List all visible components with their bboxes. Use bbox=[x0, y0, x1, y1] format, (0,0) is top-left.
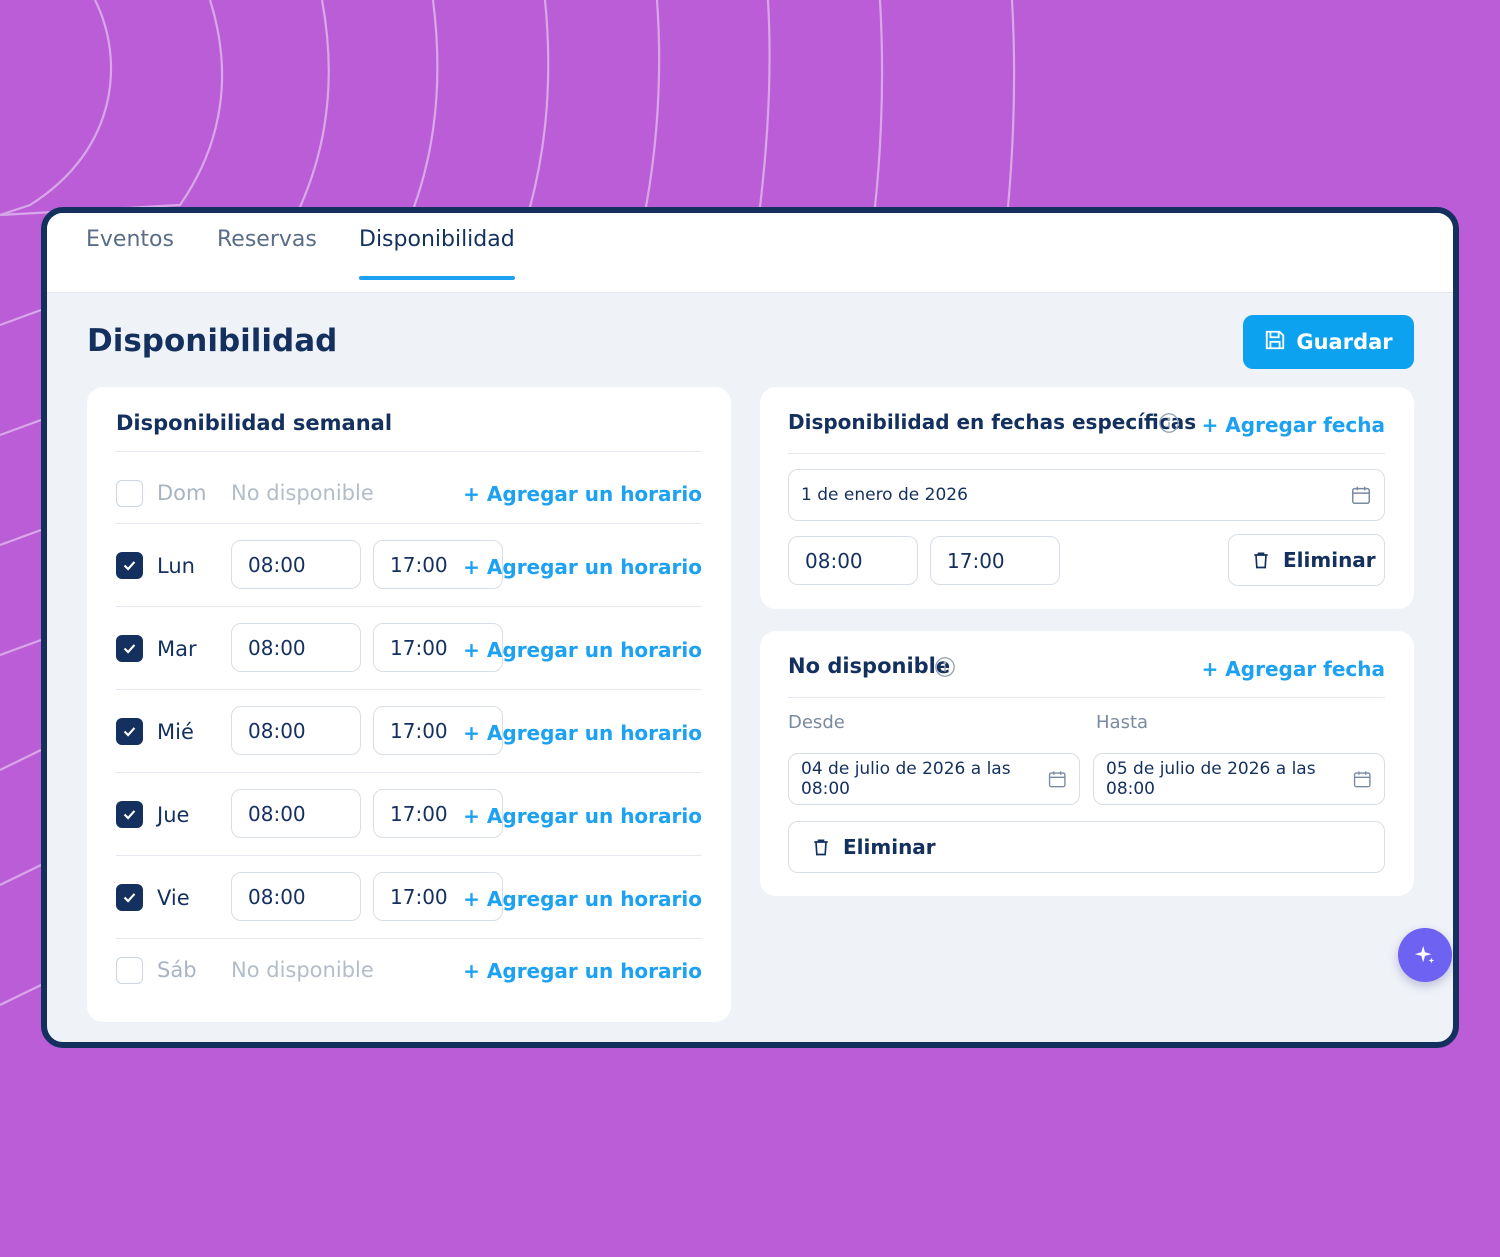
start-time-mar[interactable]: 08:00 bbox=[231, 623, 361, 672]
day-label-dom: Dom bbox=[157, 481, 207, 505]
delete-label: Eliminar bbox=[1283, 548, 1376, 572]
checkbox-lun[interactable] bbox=[116, 552, 143, 579]
specific-title: Disponibilidad en fechas específicas bbox=[788, 410, 1197, 434]
start-time-lun[interactable]: 08:00 bbox=[231, 540, 361, 589]
specific-date-value: 1 de enero de 2026 bbox=[801, 485, 968, 505]
from-label: Desde bbox=[788, 712, 845, 733]
start-time-mie[interactable]: 08:00 bbox=[231, 706, 361, 755]
unavailable-text: No disponible bbox=[231, 958, 374, 982]
day-label-mie: Mié bbox=[157, 720, 194, 744]
checkmark-icon bbox=[123, 810, 136, 820]
delete-label: Eliminar bbox=[843, 835, 936, 859]
calendar-icon bbox=[1048, 771, 1066, 788]
start-time-vie[interactable]: 08:00 bbox=[231, 872, 361, 921]
divider bbox=[116, 772, 702, 773]
specific-start-time[interactable]: 08:00 bbox=[788, 536, 918, 585]
divider bbox=[116, 855, 702, 856]
delete-specific-button[interactable]: Eliminar bbox=[1228, 534, 1385, 586]
checkmark-icon bbox=[123, 644, 136, 654]
divider bbox=[116, 451, 702, 452]
specific-date-input[interactable]: 1 de enero de 2026 bbox=[788, 469, 1385, 521]
checkbox-dom[interactable] bbox=[116, 480, 143, 507]
divider bbox=[116, 523, 702, 524]
day-label-lun: Lun bbox=[157, 554, 195, 578]
active-tab-indicator bbox=[359, 276, 515, 280]
assistant-fab[interactable] bbox=[1398, 928, 1452, 982]
add-schedule-mie[interactable]: + Agregar un horario bbox=[463, 721, 702, 745]
add-schedule-vie[interactable]: + Agregar un horario bbox=[463, 887, 702, 911]
start-time-jue[interactable]: 08:00 bbox=[231, 789, 361, 838]
day-label-sab: Sáb bbox=[157, 958, 197, 982]
tab-eventos[interactable]: Eventos bbox=[86, 227, 174, 252]
tab-reservas[interactable]: Reservas bbox=[217, 227, 317, 252]
checkbox-mar[interactable] bbox=[116, 635, 143, 662]
divider bbox=[116, 938, 702, 939]
day-label-vie: Vie bbox=[157, 886, 190, 910]
checkbox-jue[interactable] bbox=[116, 801, 143, 828]
divider bbox=[116, 689, 702, 690]
trash-icon bbox=[814, 839, 828, 856]
checkbox-sab[interactable] bbox=[116, 957, 143, 984]
page-title: Disponibilidad bbox=[87, 323, 338, 359]
floppy-disk-icon bbox=[1264, 329, 1286, 356]
trash-icon bbox=[1254, 552, 1268, 569]
day-label-mar: Mar bbox=[157, 637, 197, 661]
unavailable-card: No disponible + Agregar fecha Desde Hast… bbox=[760, 631, 1414, 896]
day-label-jue: Jue bbox=[157, 803, 190, 827]
add-date-specific[interactable]: + Agregar fecha bbox=[1202, 413, 1385, 437]
unavailable-title: No disponible bbox=[788, 654, 951, 678]
to-date-input[interactable]: 05 de julio de 2026 a las 08:00 bbox=[1093, 753, 1385, 805]
info-icon[interactable] bbox=[1158, 412, 1180, 434]
divider bbox=[116, 606, 702, 607]
tab-bar: Eventos Reservas Disponibilidad bbox=[47, 213, 1453, 293]
specific-end-time[interactable]: 17:00 bbox=[930, 536, 1060, 585]
weekly-availability-card: Disponibilidad semanal Dom No disponible… bbox=[87, 387, 731, 1022]
from-date-value: 04 de julio de 2026 a las 08:00 bbox=[801, 759, 1011, 799]
divider bbox=[788, 453, 1385, 454]
divider bbox=[788, 697, 1385, 698]
add-schedule-dom[interactable]: + Agregar un horario bbox=[463, 482, 702, 506]
calendar-icon bbox=[1353, 771, 1371, 788]
app-window: Eventos Reservas Disponibilidad Disponib… bbox=[41, 207, 1459, 1048]
add-schedule-mar[interactable]: + Agregar un horario bbox=[463, 638, 702, 662]
save-button[interactable]: Guardar bbox=[1243, 315, 1414, 369]
checkmark-icon bbox=[123, 561, 136, 571]
weekly-title: Disponibilidad semanal bbox=[116, 411, 393, 435]
tab-disponibilidad[interactable]: Disponibilidad bbox=[359, 227, 515, 252]
checkmark-icon bbox=[123, 893, 136, 903]
info-icon[interactable] bbox=[934, 656, 956, 678]
add-schedule-jue[interactable]: + Agregar un horario bbox=[463, 804, 702, 828]
to-date-value: 05 de julio de 2026 a las 08:00 bbox=[1106, 759, 1316, 799]
from-date-input[interactable]: 04 de julio de 2026 a las 08:00 bbox=[788, 753, 1080, 805]
add-schedule-sab[interactable]: + Agregar un horario bbox=[463, 959, 702, 983]
add-date-unavailable[interactable]: + Agregar fecha bbox=[1202, 657, 1385, 681]
save-button-label: Guardar bbox=[1296, 330, 1393, 354]
to-label: Hasta bbox=[1096, 712, 1149, 733]
calendar-icon bbox=[1352, 486, 1370, 504]
sparkle-icon bbox=[1414, 945, 1435, 964]
add-schedule-lun[interactable]: + Agregar un horario bbox=[463, 555, 702, 579]
checkbox-mie[interactable] bbox=[116, 718, 143, 745]
checkbox-vie[interactable] bbox=[116, 884, 143, 911]
specific-dates-card: Disponibilidad en fechas específicas + A… bbox=[760, 387, 1414, 609]
unavailable-text: No disponible bbox=[231, 481, 374, 505]
checkmark-icon bbox=[123, 727, 136, 737]
delete-unavailable-button[interactable]: Eliminar bbox=[788, 821, 1385, 873]
